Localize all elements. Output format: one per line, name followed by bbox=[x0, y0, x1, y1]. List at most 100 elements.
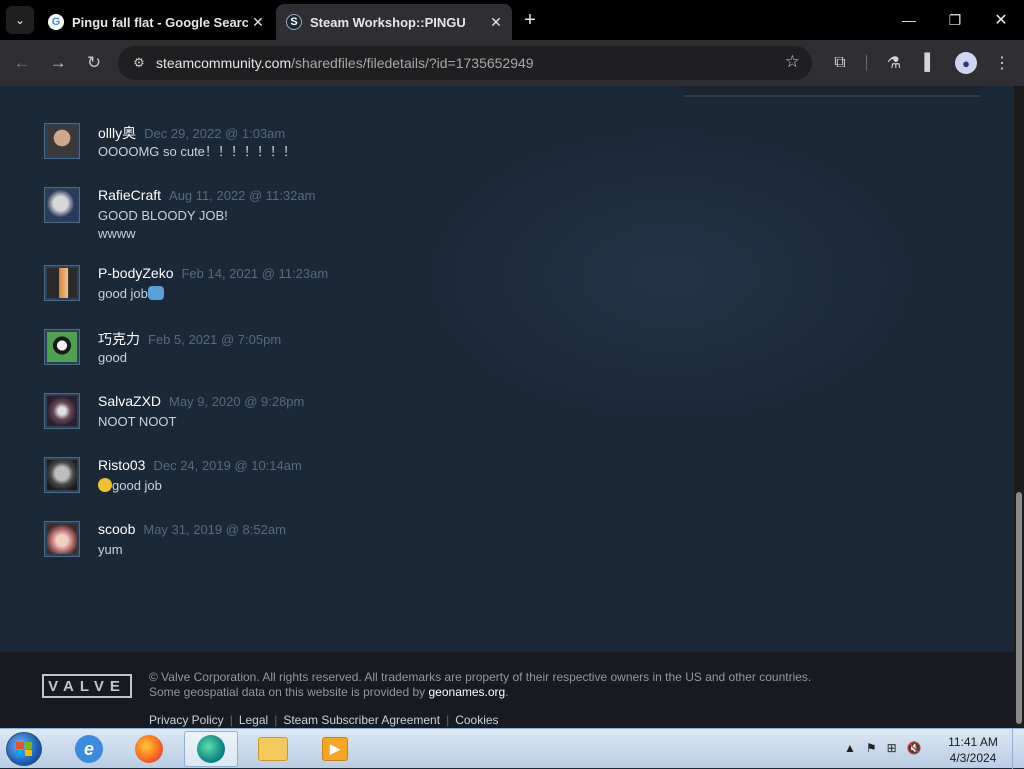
scrollbar-thumb[interactable] bbox=[1016, 492, 1022, 724]
site-info-icon[interactable]: ⚙ bbox=[124, 55, 154, 71]
comment-author[interactable]: Risto03 bbox=[98, 457, 145, 473]
footer-period: . bbox=[505, 685, 509, 699]
restore-button[interactable]: ❐ bbox=[932, 0, 978, 40]
file-explorer-icon[interactable] bbox=[246, 731, 300, 767]
comment-text: yum bbox=[98, 542, 123, 557]
avatar[interactable] bbox=[44, 393, 80, 429]
page-content: ollly奥 Dec 29, 2022 @ 1:03am OOOOMG so cu… bbox=[0, 86, 1014, 728]
clock-date: 4/3/2024 bbox=[949, 751, 997, 765]
avatar-image bbox=[47, 396, 77, 426]
comment: P-bodyZeko Feb 14, 2021 @ 11:23am good jo… bbox=[44, 265, 604, 321]
tab-title: Pingu fall flat - Google Search bbox=[72, 14, 248, 30]
minimize-button[interactable]: — bbox=[886, 0, 932, 40]
avatar[interactable] bbox=[44, 123, 80, 159]
tab-search-button[interactable]: ⌄ bbox=[6, 6, 34, 34]
avatar-image bbox=[47, 524, 77, 554]
show-desktop-button[interactable] bbox=[1012, 729, 1024, 769]
footer-links: Privacy Policy | Legal | Steam Subscriber Ag… bbox=[149, 713, 499, 727]
comment-author[interactable]: RafieCraft bbox=[98, 187, 161, 203]
forward-button[interactable]: → bbox=[44, 49, 72, 77]
url-text[interactable]: steamcommunity.com/sharedfiles/filedetai… bbox=[156, 55, 534, 71]
steam-icon: S bbox=[286, 14, 302, 30]
comment-author[interactable]: SalvaZXD bbox=[98, 393, 161, 409]
comment-timestamp: Dec 29, 2022 @ 1:03am bbox=[144, 126, 286, 141]
comment-timestamp: Feb 14, 2021 @ 11:23am bbox=[181, 266, 329, 281]
edge-glyph bbox=[197, 735, 225, 763]
comment-header: P-bodyZeko Feb 14, 2021 @ 11:23am bbox=[98, 265, 328, 283]
profile-avatar-icon[interactable]: ● bbox=[955, 52, 977, 74]
comment-text: good bbox=[98, 350, 127, 365]
back-button[interactable]: ← bbox=[8, 49, 36, 77]
comment-text: good job bbox=[98, 477, 162, 495]
internet-explorer-icon[interactable]: e bbox=[62, 731, 116, 767]
tab-steam-workshop[interactable]: S Steam Workshop::PINGU ✕ bbox=[276, 4, 512, 40]
thumbs-up-emoji-icon bbox=[147, 286, 164, 300]
avatar-image bbox=[47, 268, 77, 298]
google-icon: G bbox=[48, 14, 64, 30]
avatar[interactable] bbox=[44, 187, 80, 223]
address-bar[interactable]: ⚙ steamcommunity.com/sharedfiles/filedet… bbox=[118, 46, 812, 80]
extensions-icon[interactable]: ⧉ bbox=[827, 50, 853, 76]
action-center-flag-icon[interactable]: ⚑ bbox=[866, 741, 877, 755]
reload-button[interactable]: ↻ bbox=[80, 49, 108, 77]
privacy-policy-link[interactable]: Privacy Policy bbox=[149, 713, 224, 727]
labs-flask-icon[interactable]: ⚗ bbox=[881, 50, 907, 76]
comment-timestamp: May 9, 2020 @ 9:28pm bbox=[169, 394, 305, 409]
folder-glyph bbox=[258, 737, 288, 761]
avatar[interactable] bbox=[44, 329, 80, 365]
comment-text: OOOOMG so cute！！！！！！！ bbox=[98, 144, 296, 159]
footer-copyright: © Valve Corporation. All rights reserved… bbox=[149, 670, 812, 684]
taskbar-clock[interactable]: 11:41 AM 4/3/2024 bbox=[940, 734, 1006, 766]
side-panel-icon[interactable]: ▌ bbox=[917, 50, 943, 76]
valve-logo[interactable]: VALVE bbox=[42, 674, 132, 698]
window-close-button[interactable]: ✕ bbox=[978, 0, 1024, 40]
avatar-image bbox=[47, 190, 77, 220]
firefox-icon[interactable] bbox=[122, 731, 176, 767]
comment-text-content: good job bbox=[112, 478, 162, 493]
comment-author[interactable]: 巧克力 bbox=[98, 331, 140, 347]
start-button[interactable] bbox=[6, 732, 42, 766]
cookies-link[interactable]: Cookies bbox=[455, 713, 498, 727]
side-panel-edge bbox=[684, 86, 980, 97]
comment: scoob May 31, 2019 @ 8:52am yum bbox=[44, 521, 604, 577]
url-path: /sharedfiles/filedetails/?id=1735652949 bbox=[291, 55, 534, 71]
show-hidden-icons-icon[interactable]: ▲ bbox=[844, 741, 856, 755]
comment-timestamp: Feb 5, 2021 @ 7:05pm bbox=[148, 332, 282, 347]
avatar-image bbox=[47, 460, 77, 490]
avatar[interactable] bbox=[44, 521, 80, 557]
toolbar-divider bbox=[866, 55, 867, 71]
edge-icon[interactable] bbox=[184, 731, 238, 767]
chevron-down-icon: ⌄ bbox=[14, 13, 26, 27]
ie-glyph: e bbox=[75, 735, 103, 763]
comment-author[interactable]: ollly奥 bbox=[98, 125, 136, 141]
comment-header: SalvaZXD May 9, 2020 @ 9:28pm bbox=[98, 393, 304, 411]
media-player-icon[interactable]: ▶ bbox=[308, 731, 362, 767]
comment-author[interactable]: scoob bbox=[98, 521, 135, 537]
close-tab-icon[interactable]: ✕ bbox=[248, 12, 268, 32]
network-icon[interactable]: ⊞ bbox=[887, 741, 897, 755]
comment-author[interactable]: P-bodyZeko bbox=[98, 265, 173, 281]
windows-taskbar: e ▶ ▲ ⚑ ⊞ 🔇 11:41 AM 4/3/2024 bbox=[0, 728, 1024, 769]
bookmark-star-icon[interactable]: ☆ bbox=[785, 52, 800, 72]
browser-menu-icon[interactable]: ⋮ bbox=[989, 50, 1015, 76]
subscriber-agreement-link[interactable]: Steam Subscriber Agreement bbox=[283, 713, 440, 727]
avatar[interactable] bbox=[44, 265, 80, 301]
new-tab-button[interactable]: + bbox=[518, 8, 542, 32]
comment-timestamp: Aug 11, 2022 @ 11:32am bbox=[169, 188, 316, 203]
comment: ollly奥 Dec 29, 2022 @ 1:03am OOOOMG so cu… bbox=[44, 123, 604, 179]
site-footer: VALVE © Valve Corporation. All rights re… bbox=[0, 652, 1014, 728]
avatar[interactable] bbox=[44, 457, 80, 493]
page-scrollbar[interactable] bbox=[1014, 86, 1024, 728]
volume-muted-icon[interactable]: 🔇 bbox=[907, 741, 922, 755]
media-glyph: ▶ bbox=[322, 737, 348, 761]
comment-text: NOOT NOOT bbox=[98, 414, 177, 429]
legal-link[interactable]: Legal bbox=[239, 713, 268, 727]
tab-google-search[interactable]: G Pingu fall flat - Google Search ✕ bbox=[38, 4, 274, 40]
link-divider: | bbox=[274, 713, 278, 727]
comment-text: GOOD BLOODY JOB! wwww bbox=[98, 208, 228, 241]
close-tab-icon[interactable]: ✕ bbox=[486, 12, 506, 32]
geonames-link[interactable]: geonames.org bbox=[429, 685, 506, 699]
tab-title: Steam Workshop::PINGU bbox=[310, 14, 466, 30]
comment: Risto03 Dec 24, 2019 @ 10:14am good job bbox=[44, 457, 604, 513]
link-divider: | bbox=[446, 713, 450, 727]
